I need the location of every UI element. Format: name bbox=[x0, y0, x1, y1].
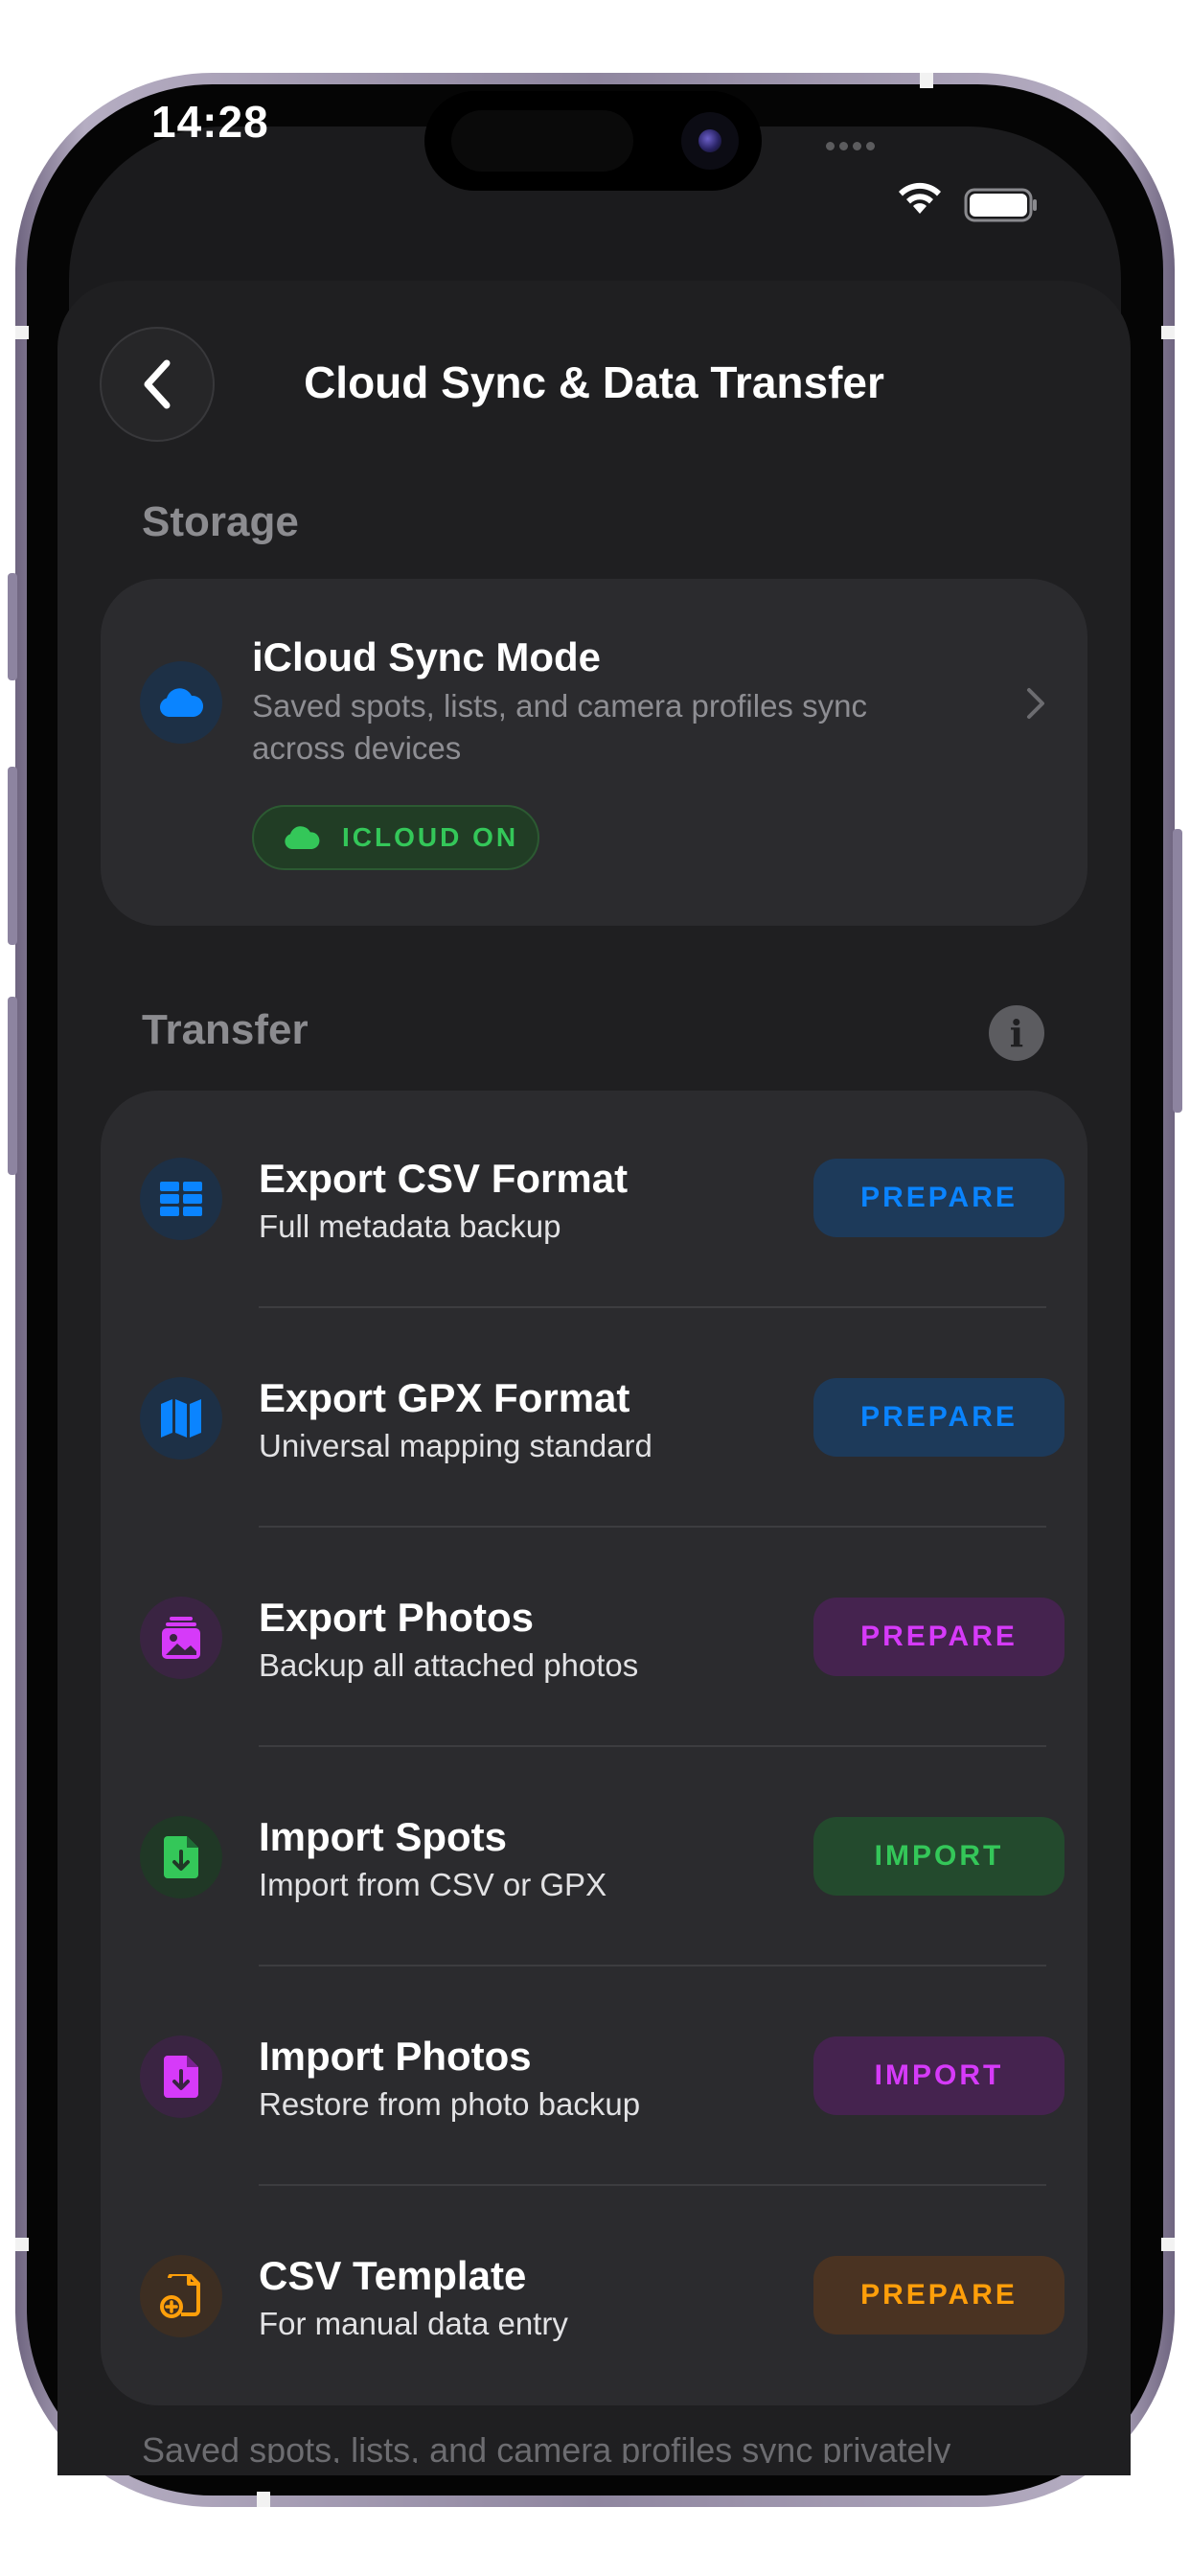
row-subtitle-export-photos: Backup all attached photos bbox=[259, 1647, 639, 1683]
info-icon[interactable]: i bbox=[989, 1005, 1044, 1061]
map-icon bbox=[161, 1399, 201, 1438]
wifi-icon bbox=[899, 182, 941, 214]
row-subtitle-export-gpx: Universal mapping standard bbox=[259, 1428, 652, 1463]
row-subtitle-export-csv: Full metadata backup bbox=[259, 1208, 561, 1244]
antenna-band bbox=[15, 326, 29, 339]
row-title-import-photos: Import Photos bbox=[259, 2034, 532, 2079]
row-title-export-photos: Export Photos bbox=[259, 1595, 535, 1640]
row-subtitle-csv-template: For manual data entry bbox=[259, 2306, 568, 2341]
row-title-export-gpx: Export GPX Format bbox=[259, 1375, 630, 1420]
antenna-band bbox=[15, 2238, 29, 2251]
volume-down-button bbox=[8, 997, 17, 1175]
icloud-status-badge: ICLOUD ON bbox=[252, 805, 539, 870]
chevron-right-icon[interactable] bbox=[1021, 684, 1050, 723]
row-subtitle-import-spots: Import from CSV or GPX bbox=[259, 1867, 607, 1902]
antenna-band bbox=[920, 73, 933, 88]
row-divider bbox=[259, 1306, 1046, 1308]
transfer-card bbox=[101, 1091, 1087, 2405]
import-spots-icon-container bbox=[140, 1816, 222, 1898]
section-header-transfer: Transfer bbox=[142, 1006, 309, 1053]
export-photos-prepare-button[interactable]: PREPARE bbox=[813, 1598, 1064, 1676]
footer-note: Saved spots, lists, and camera profiles … bbox=[142, 2430, 951, 2463]
row-divider bbox=[259, 1745, 1046, 1747]
icloud-sync-subtitle-line2: across devices bbox=[252, 730, 462, 766]
row-title-import-spots: Import Spots bbox=[259, 1814, 507, 1859]
table-icon bbox=[160, 1182, 202, 1216]
cloud-icon bbox=[159, 688, 204, 717]
row-subtitle-import-photos: Restore from photo backup bbox=[259, 2086, 641, 2122]
antenna-band bbox=[1161, 326, 1175, 339]
photos-icon-container bbox=[140, 1597, 222, 1679]
cellular-signal-icon bbox=[826, 138, 880, 155]
battery-icon bbox=[964, 188, 1037, 222]
row-title-export-csv: Export CSV Format bbox=[259, 1156, 629, 1201]
document-download-icon bbox=[164, 1836, 198, 1878]
antenna-band bbox=[1161, 2238, 1175, 2251]
import-spots-button[interactable]: IMPORT bbox=[813, 1817, 1064, 1896]
front-camera bbox=[681, 112, 739, 170]
cloud-icon bbox=[285, 826, 320, 849]
gpx-icon-container bbox=[140, 1377, 222, 1460]
dynamic-island bbox=[424, 91, 762, 191]
icloud-sync-subtitle-line1: Saved spots, lists, and camera profiles … bbox=[252, 688, 867, 724]
antenna-band bbox=[257, 2492, 270, 2507]
page-title: Cloud Sync & Data Transfer bbox=[304, 357, 884, 407]
import-photos-icon-container bbox=[140, 2036, 222, 2118]
row-divider bbox=[259, 1526, 1046, 1528]
export-gpx-prepare-button[interactable]: PREPARE bbox=[813, 1378, 1064, 1457]
status-time: 14:28 bbox=[151, 97, 269, 147]
icloud-sync-title: iCloud Sync Mode bbox=[252, 634, 602, 679]
photo-stack-icon bbox=[162, 1617, 200, 1659]
row-divider bbox=[259, 2184, 1046, 2186]
chevron-left-icon bbox=[144, 359, 171, 409]
back-button[interactable] bbox=[100, 327, 215, 442]
island-sensor bbox=[451, 110, 633, 172]
document-add-icon bbox=[160, 2274, 200, 2318]
volume-up-button bbox=[8, 767, 17, 945]
section-header-storage: Storage bbox=[142, 498, 299, 545]
icloud-icon-container bbox=[140, 661, 222, 744]
import-photos-button[interactable]: IMPORT bbox=[813, 2036, 1064, 2115]
icloud-status-label: ICLOUD ON bbox=[342, 822, 519, 852]
row-title-csv-template: CSV Template bbox=[259, 2253, 527, 2298]
row-divider bbox=[259, 1965, 1046, 1966]
csv-template-icon-container bbox=[140, 2255, 222, 2337]
csv-template-prepare-button[interactable]: PREPARE bbox=[813, 2256, 1064, 2334]
power-button bbox=[1173, 829, 1182, 1113]
export-csv-prepare-button[interactable]: PREPARE bbox=[813, 1159, 1064, 1237]
document-download-icon bbox=[164, 2056, 198, 2098]
footer-clip: Saved spots, lists, and camera profiles … bbox=[57, 2407, 1131, 2463]
action-button bbox=[8, 573, 17, 680]
csv-icon-container bbox=[140, 1158, 222, 1240]
